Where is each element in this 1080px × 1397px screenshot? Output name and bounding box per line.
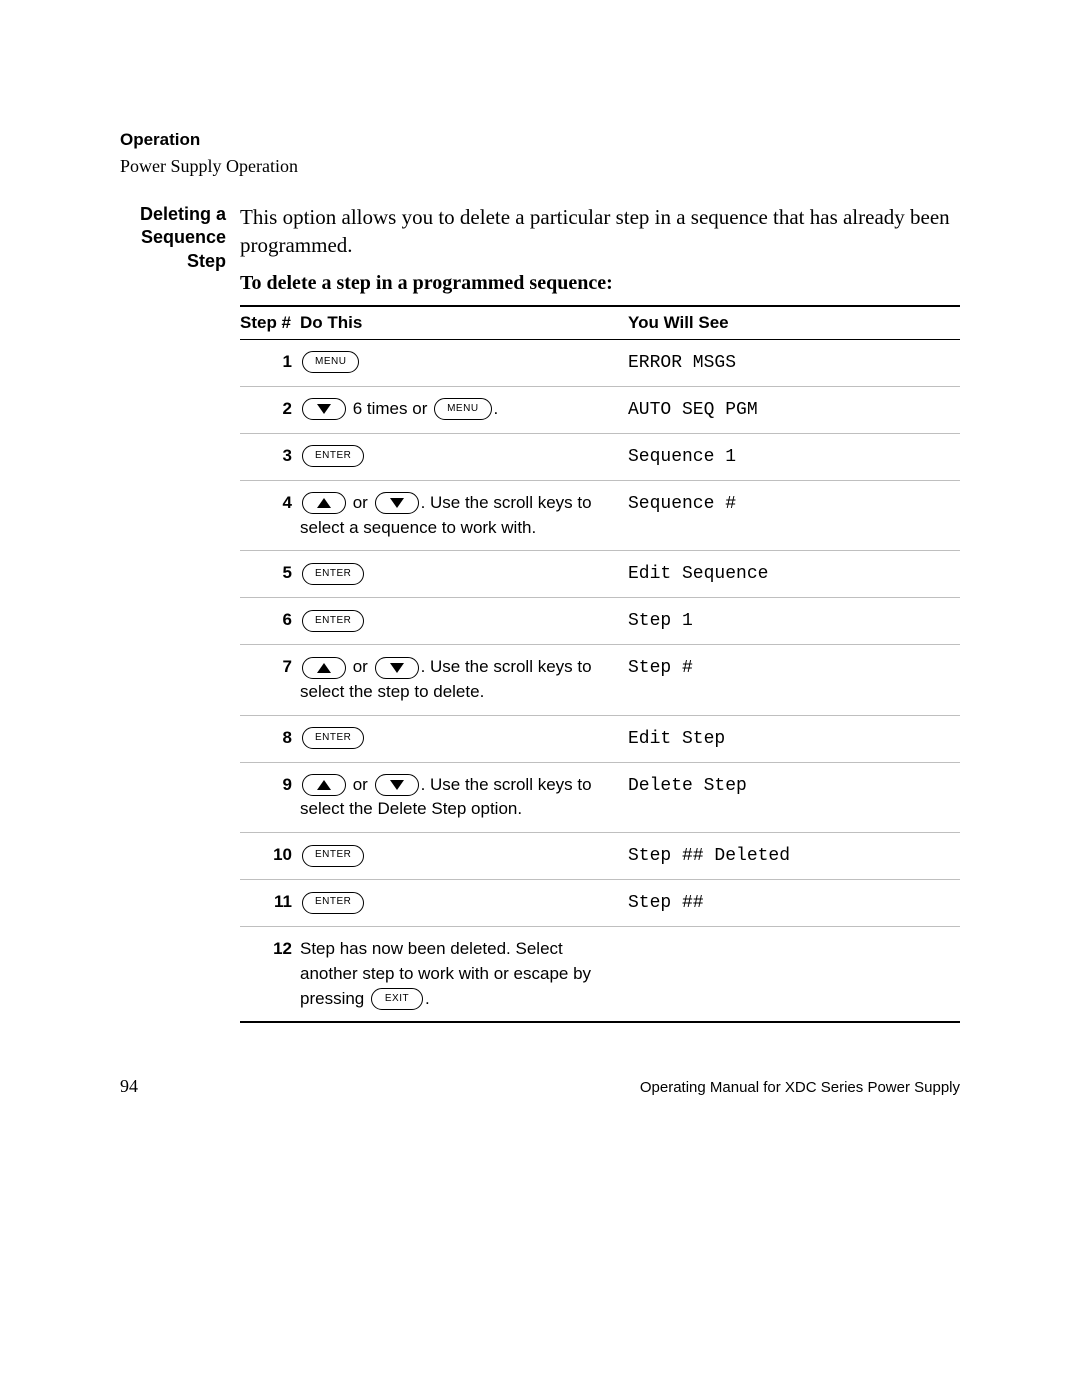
you-see-cell: Edit Sequence [628,551,960,598]
enter-button: ENTER [302,563,364,585]
step-number: 7 [240,645,300,715]
enter-button: ENTER [302,845,364,867]
you-see-cell: Sequence # [628,480,960,550]
do-this-cell: ENTER [300,833,628,880]
table-row: 4 or . Use the scroll keys to select a s… [240,480,960,550]
table-row: 10 ENTER Step ## Deleted [240,833,960,880]
table-row: 1 MENU ERROR MSGS [240,339,960,386]
do-this-cell: 6 times or MENU. [300,386,628,433]
table-row: 6 ENTER Step 1 [240,598,960,645]
do-this-cell: or . Use the scroll keys to select the s… [300,645,628,715]
enter-button: ENTER [302,445,364,467]
down-arrow-icon [375,492,419,514]
you-see-cell: AUTO SEQ PGM [628,386,960,433]
do-this-cell: or . Use the scroll keys to select a seq… [300,480,628,550]
section-heading: Operation [120,130,960,150]
you-see-cell: Edit Step [628,715,960,762]
do-this-cell: ENTER [300,551,628,598]
table-row: 11 ENTER Step ## [240,880,960,927]
table-row: 9 or . Use the scroll keys to select the… [240,762,960,832]
step-number: 4 [240,480,300,550]
enter-button: ENTER [302,727,364,749]
table-row: 12 Step has now been deleted. Select ano… [240,927,960,1022]
table-row: 7 or . Use the scroll keys to select the… [240,645,960,715]
you-see-cell: Step # [628,645,960,715]
step-number: 1 [240,339,300,386]
menu-button: MENU [302,351,359,373]
col-step: Step # [240,306,300,340]
do-this-cell: ENTER [300,880,628,927]
step-number: 8 [240,715,300,762]
down-arrow-icon [375,774,419,796]
procedure-title: To delete a step in a programmed sequenc… [240,272,960,295]
text-fragment: . [425,989,430,1008]
do-this-cell: ENTER [300,598,628,645]
you-see-cell: Step ## Deleted [628,833,960,880]
you-see-cell [628,927,960,1022]
you-see-cell: ERROR MSGS [628,339,960,386]
do-this-cell: ENTER [300,433,628,480]
text-fragment: 6 times or [348,399,432,418]
step-number: 2 [240,386,300,433]
enter-button: ENTER [302,610,364,632]
side-label-line3: Step [187,251,226,271]
steps-table: Step # Do This You Will See 1 MENU ERROR… [240,305,960,1024]
step-number: 6 [240,598,300,645]
page-footer: 94 Operating Manual for XDC Series Power… [120,1076,960,1097]
up-arrow-icon [302,657,346,679]
table-row: 8 ENTER Edit Step [240,715,960,762]
step-number: 5 [240,551,300,598]
text-fragment: or [348,657,373,676]
table-header-row: Step # Do This You Will See [240,306,960,340]
up-arrow-icon [302,774,346,796]
text-fragment: or [348,493,373,512]
step-number: 9 [240,762,300,832]
do-this-cell: ENTER [300,715,628,762]
do-this-cell: or . Use the scroll keys to select the D… [300,762,628,832]
intro-paragraph: This option allows you to delete a parti… [240,203,960,260]
manual-title: Operating Manual for XDC Series Power Su… [640,1079,960,1096]
col-you-will-see: You Will See [628,306,960,340]
table-row: 3 ENTER Sequence 1 [240,433,960,480]
side-label-line1: Deleting a [140,204,226,224]
down-arrow-icon [375,657,419,679]
page: Operation Power Supply Operation Deletin… [0,0,1080,1397]
exit-button: EXIT [371,988,423,1010]
table-row: 2 6 times or MENU. AUTO SEQ PGM [240,386,960,433]
side-label-line2: Sequence [141,227,226,247]
you-see-cell: Step 1 [628,598,960,645]
do-this-cell: Step has now been deleted. Select anothe… [300,927,628,1022]
main-column: This option allows you to delete a parti… [240,203,960,1023]
text-fragment: . [494,399,499,418]
step-number: 11 [240,880,300,927]
step-number: 3 [240,433,300,480]
down-arrow-icon [302,398,346,420]
step-number: 10 [240,833,300,880]
col-do-this: Do This [300,306,628,340]
text-fragment: Step has now been deleted. Select anothe… [300,939,591,1007]
you-see-cell: Delete Step [628,762,960,832]
section-subheading: Power Supply Operation [120,156,960,177]
table-row: 5 ENTER Edit Sequence [240,551,960,598]
step-number: 12 [240,927,300,1022]
enter-button: ENTER [302,892,364,914]
do-this-cell: MENU [300,339,628,386]
up-arrow-icon [302,492,346,514]
you-see-cell: Step ## [628,880,960,927]
you-see-cell: Sequence 1 [628,433,960,480]
side-label: Deleting a Sequence Step [120,203,240,273]
content-row: Deleting a Sequence Step This option all… [120,203,960,1023]
text-fragment: or [348,775,373,794]
menu-button: MENU [434,398,491,420]
page-number: 94 [120,1076,138,1097]
